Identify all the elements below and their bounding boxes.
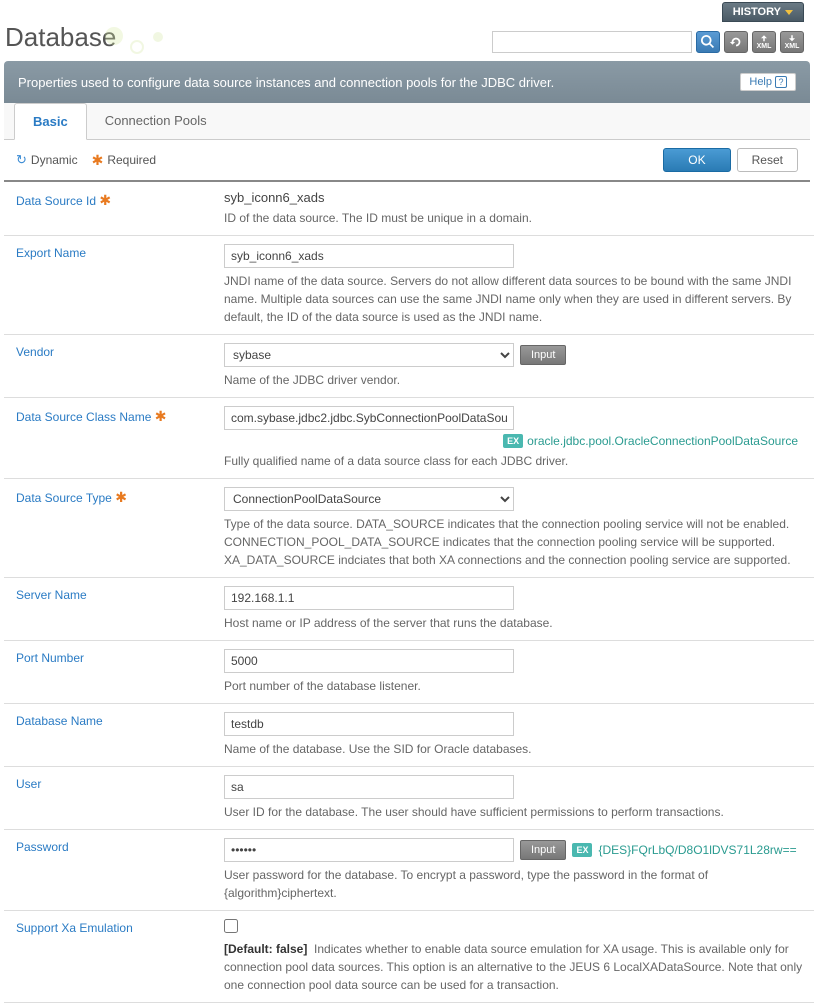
label-password: Password — [4, 830, 224, 911]
description-bar: Properties used to configure data source… — [4, 61, 810, 103]
help-vendor: Name of the JDBC driver vendor. — [224, 371, 808, 389]
required-icon: ✱ — [92, 152, 104, 169]
tabs: Basic Connection Pools — [4, 103, 810, 140]
upload-icon — [758, 35, 770, 43]
refresh-icon — [729, 35, 743, 49]
label-database-name: Database Name — [4, 704, 224, 767]
help-port-number: Port number of the database listener. — [224, 677, 808, 695]
search-input[interactable] — [492, 31, 692, 53]
help-ds-class-name: Fully qualified name of a data source cl… — [224, 452, 808, 470]
required-icon: ✱ — [99, 192, 111, 208]
label-export-name: Export Name — [4, 236, 224, 335]
legend-dynamic: ↻ Dynamic — [16, 152, 78, 169]
label-ds-class-name: Data Source Class Name ✱ — [4, 398, 224, 479]
help-data-source-id: ID of the data source. The ID must be un… — [224, 209, 808, 227]
tab-basic[interactable]: Basic — [14, 103, 87, 140]
help-xa-emulation: [Default: false] Indicates whether to en… — [224, 940, 808, 994]
value-data-source-id: syb_iconn6_xads — [224, 190, 808, 205]
chevron-down-icon — [785, 10, 793, 15]
help-button[interactable]: Help ? — [740, 73, 796, 91]
required-icon: ✱ — [155, 408, 167, 424]
page-title: Database — [5, 22, 116, 53]
tab-connection-pools[interactable]: Connection Pools — [87, 103, 225, 139]
select-vendor[interactable]: sybase — [224, 343, 514, 367]
input-database-name[interactable] — [224, 712, 514, 736]
help-export-name: JNDI name of the data source. Servers do… — [224, 272, 808, 326]
xml-import-button[interactable]: XML — [752, 31, 776, 53]
help-ds-type: Type of the data source. DATA_SOURCE ind… — [224, 515, 808, 569]
password-input-button[interactable]: Input — [520, 840, 566, 860]
label-user: User — [4, 767, 224, 830]
vendor-input-button[interactable]: Input — [520, 345, 566, 365]
download-icon — [786, 35, 798, 43]
decorative-circles — [105, 22, 185, 62]
input-ds-class-name[interactable] — [224, 406, 514, 430]
help-database-name: Name of the database. Use the SID for Or… — [224, 740, 808, 758]
search-button[interactable] — [696, 31, 720, 53]
legend-required: ✱ Required — [92, 152, 156, 169]
history-label: HISTORY — [733, 6, 781, 18]
select-ds-type[interactable]: ConnectionPoolDataSource — [224, 487, 514, 511]
description-text: Properties used to configure data source… — [18, 75, 554, 90]
ok-button[interactable]: OK — [663, 148, 730, 172]
help-password: User password for the database. To encry… — [224, 866, 808, 902]
input-user[interactable] — [224, 775, 514, 799]
help-user: User ID for the database. The user shoul… — [224, 803, 808, 821]
dynamic-icon: ↻ — [16, 152, 27, 168]
xml-export-button[interactable]: XML — [780, 31, 804, 53]
label-port-number: Port Number — [4, 641, 224, 704]
input-port-number[interactable] — [224, 649, 514, 673]
label-server-name: Server Name — [4, 578, 224, 641]
input-export-name[interactable] — [224, 244, 514, 268]
required-icon: ✱ — [115, 489, 127, 505]
input-server-name[interactable] — [224, 586, 514, 610]
ex-ds-class-name: oracle.jdbc.pool.OracleConnectionPoolDat… — [527, 434, 798, 448]
ex-badge: EX — [503, 434, 523, 448]
label-vendor: Vendor — [4, 335, 224, 398]
ex-password: {DES}FQrLbQ/D8O1lDVS71L28rw== — [598, 843, 796, 857]
refresh-button[interactable] — [724, 31, 748, 53]
help-server-name: Host name or IP address of the server th… — [224, 614, 808, 632]
ex-badge: EX — [572, 843, 592, 857]
checkbox-xa-emulation[interactable] — [224, 919, 238, 933]
label-ds-type: Data Source Type ✱ — [4, 479, 224, 578]
history-button[interactable]: HISTORY — [722, 2, 804, 22]
input-password[interactable] — [224, 838, 514, 862]
reset-button[interactable]: Reset — [737, 148, 798, 172]
label-data-source-id: Data Source Id ✱ — [4, 182, 224, 236]
label-xa-emulation: Support Xa Emulation — [4, 911, 224, 1003]
search-icon — [701, 35, 715, 49]
help-icon: ? — [775, 76, 787, 88]
